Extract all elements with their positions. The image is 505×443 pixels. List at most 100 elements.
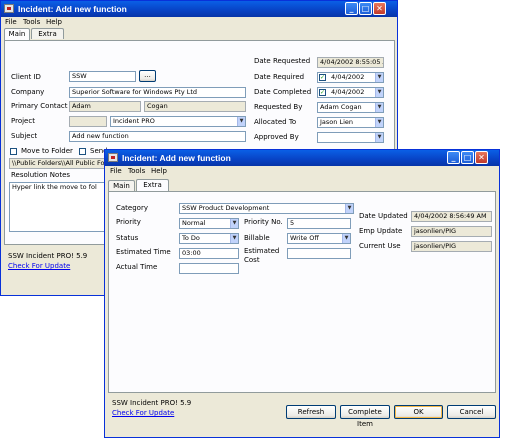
app-icon [4, 4, 14, 13]
category-value: SSW Product Development [182, 204, 270, 212]
category-select[interactable]: SSW Product Development ▼ [179, 203, 354, 214]
date-required-checkbox[interactable]: ✓ [319, 74, 326, 81]
minimize-icon[interactable]: _ [447, 151, 460, 164]
date-required-value: 4/04/2002 [331, 73, 365, 81]
status-select[interactable]: To Do ▼ [179, 233, 239, 244]
menu-tools[interactable]: Tools [23, 18, 40, 26]
client-browse-button[interactable]: ... [139, 70, 156, 82]
chevron-down-icon: ▼ [230, 234, 238, 243]
contact-last-name-field: Cogan [144, 101, 246, 112]
back-status-text: SSW Incident PRO! 5.9 [8, 252, 88, 260]
billable-label: Billable [244, 234, 270, 242]
project-label: Project [11, 117, 35, 125]
actual-time-label: Actual Time [116, 263, 158, 271]
back-menubar: File Tools Help [2, 17, 396, 27]
folder-path-field: \\Public Folders\\All Public Folder [9, 158, 109, 169]
menu-file[interactable]: File [110, 167, 122, 175]
minimize-icon[interactable]: _ [345, 2, 358, 15]
back-titlebar[interactable]: Incident: Add new function _ □ ✕ [1, 1, 397, 17]
project-code-field [69, 116, 107, 127]
priority-no-label: Priority No. [244, 218, 283, 226]
date-requested-label: Date Requested [254, 57, 311, 65]
date-required-label: Date Required [254, 73, 305, 81]
priority-no-field[interactable]: 5 [287, 218, 351, 229]
tab-main[interactable]: Main [4, 28, 30, 40]
current-use-field: jasonlien/PIG [411, 241, 492, 252]
priority-label: Priority [116, 218, 141, 226]
chevron-down-icon: ▼ [375, 133, 383, 142]
app-icon [108, 153, 118, 162]
move-to-folder-checkbox[interactable] [10, 148, 17, 155]
date-completed-checkbox[interactable]: ✓ [319, 89, 326, 96]
menu-help[interactable]: Help [46, 18, 62, 26]
status-value: To Do [182, 234, 200, 242]
close-icon[interactable]: ✕ [475, 151, 488, 164]
date-required-field[interactable]: ✓ 4/04/2002 ▼ [317, 72, 384, 83]
date-completed-field[interactable]: ✓ 4/04/2002 ▼ [317, 87, 384, 98]
allocated-to-select[interactable]: Jason Lien ▼ [317, 117, 384, 128]
back-window-title: Incident: Add new function [18, 4, 127, 14]
date-updated-field: 4/04/2002 8:56:49 AM [411, 211, 492, 222]
chevron-down-icon: ▼ [375, 118, 383, 127]
front-status-text: SSW Incident PRO! 5.9 [112, 399, 192, 407]
front-titlebar[interactable]: Incident: Add new function _ □ ✕ [105, 150, 499, 166]
company-field[interactable]: Superior Software for Windows Pty Ltd [69, 87, 246, 98]
cancel-button[interactable]: Cancel [447, 405, 496, 419]
date-completed-value: 4/04/2002 [331, 88, 365, 96]
tab-extra[interactable]: Extra [136, 179, 169, 191]
requested-by-label: Requested By [254, 103, 303, 111]
requested-by-select[interactable]: Adam Cogan ▼ [317, 102, 384, 113]
date-requested-field: 4/04/2002 8:55:05 AM [317, 57, 384, 68]
contact-first-name-field: Adam [69, 101, 141, 112]
resolution-notes-text: Hyper link the move to fol [12, 183, 97, 191]
actual-time-field[interactable] [179, 263, 239, 274]
maximize-icon[interactable]: □ [461, 151, 474, 164]
front-check-update-link[interactable]: Check For Update [112, 409, 174, 417]
chevron-down-icon[interactable]: ▼ [375, 73, 383, 82]
close-icon[interactable]: ✕ [373, 2, 386, 15]
maximize-icon[interactable]: □ [359, 2, 372, 15]
chevron-down-icon[interactable]: ▼ [375, 88, 383, 97]
billable-value: Write Off [290, 234, 319, 242]
allocated-to-label: Allocated To [254, 118, 297, 126]
tab-extra[interactable]: Extra [31, 28, 64, 39]
complete-item-button[interactable]: Complete Item [340, 405, 390, 428]
back-check-update-link[interactable]: Check For Update [8, 262, 70, 270]
front-menubar: File Tools Help [106, 166, 498, 176]
company-label: Company [11, 88, 45, 96]
primary-contact-label: Primary Contact [11, 102, 68, 110]
menu-file[interactable]: File [5, 18, 17, 26]
approved-by-label: Approved By [254, 133, 299, 141]
chevron-down-icon: ▼ [342, 234, 350, 243]
chevron-down-icon: ▼ [230, 219, 238, 228]
emp-update-field: jasonlien/PIG [411, 226, 492, 237]
emp-update-label: Emp Update [359, 227, 403, 235]
menu-tools[interactable]: Tools [128, 167, 145, 175]
date-completed-label: Date Completed [254, 88, 312, 96]
ok-button[interactable]: OK [394, 405, 443, 419]
front-window-title: Incident: Add new function [122, 153, 231, 163]
billable-select[interactable]: Write Off ▼ [287, 233, 351, 244]
approved-by-select[interactable]: ▼ [317, 132, 384, 143]
estimated-time-field[interactable]: 03:00 [179, 248, 239, 259]
estimated-cost-label-line1: Estimated [244, 247, 280, 255]
project-value: Incident PRO [113, 117, 155, 125]
category-label: Category [116, 204, 148, 212]
front-window: Incident: Add new function _ □ ✕ File To… [104, 149, 500, 438]
resolution-notes-textarea[interactable]: Hyper link the move to fol [9, 182, 109, 232]
client-id-field[interactable]: SSW [69, 71, 136, 82]
refresh-button[interactable]: Refresh [286, 405, 336, 419]
subject-field[interactable]: Add new function [69, 131, 246, 142]
estimated-time-label: Estimated Time [116, 248, 171, 256]
chevron-down-icon: ▼ [237, 117, 245, 126]
send-checkbox[interactable] [79, 148, 86, 155]
estimated-cost-field[interactable] [287, 248, 351, 259]
menu-help[interactable]: Help [151, 167, 167, 175]
priority-select[interactable]: Normal ▼ [179, 218, 239, 229]
project-select[interactable]: Incident PRO ▼ [110, 116, 246, 127]
requested-by-value: Adam Cogan [320, 103, 362, 111]
move-to-folder-label: Move to Folder [21, 147, 73, 155]
client-id-label: Client ID [11, 73, 41, 81]
status-label: Status [116, 234, 139, 242]
tab-main[interactable]: Main [108, 180, 135, 191]
